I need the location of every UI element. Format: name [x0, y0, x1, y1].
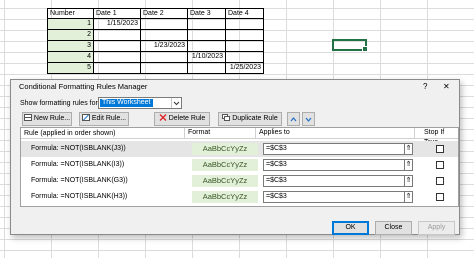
rule-text: Formula: =NOT(ISBLANK(I3)) — [31, 161, 125, 168]
header-date1[interactable]: Date 1 — [94, 8, 141, 19]
rule-row[interactable]: Formula: =NOT(ISBLANK(H3)) AaBbCcYyZz =$… — [21, 189, 458, 205]
col-rule-header: Rule (applied in order shown) — [24, 130, 116, 137]
show-rules-dropdown[interactable]: This Worksheet — [98, 97, 182, 109]
cell-date3[interactable]: 1/10/2023 — [188, 52, 226, 63]
active-cell-selection[interactable] — [332, 39, 368, 52]
rule-row[interactable]: Formula: =NOT(ISBLANK(G3)) AaBbCcYyZz =$… — [21, 173, 458, 189]
dialog-title: Conditional Formatting Rules Manager — [19, 82, 148, 91]
new-rule-icon — [23, 114, 32, 121]
stop-if-true-checkbox[interactable] — [436, 193, 444, 201]
close-button[interactable]: Close — [375, 221, 412, 235]
format-preview: AaBbCcYyZz — [192, 191, 258, 203]
stop-if-true-checkbox[interactable] — [436, 161, 444, 169]
cell-date4[interactable] — [226, 41, 264, 52]
stop-if-true-checkbox[interactable] — [436, 145, 444, 153]
cell-number[interactable]: 1 — [47, 19, 94, 30]
rules-table: Rule (applied in order shown) Format App… — [20, 127, 459, 207]
collapse-dialog-icon[interactable]: ⇑ — [404, 191, 413, 203]
cell-date3[interactable] — [188, 30, 226, 41]
chevron-down-icon[interactable] — [171, 98, 180, 108]
rule-row[interactable]: Formula: =NOT(ISBLANK(I3)) AaBbCcYyZz =$… — [21, 157, 458, 173]
applies-to-field[interactable]: =$C$3 — [263, 143, 412, 155]
collapse-dialog-icon[interactable]: ⇑ — [404, 159, 413, 171]
cell-date1[interactable] — [94, 52, 141, 63]
move-up-button[interactable] — [287, 112, 300, 126]
header-date3[interactable]: Date 3 — [188, 8, 226, 19]
cell-date3[interactable] — [188, 63, 226, 74]
delete-rule-button[interactable]: Delete Rule — [154, 112, 210, 126]
format-preview: AaBbCcYyZz — [192, 159, 258, 171]
rule-row-selected[interactable]: Formula: =NOT(ISBLANK(J3)) AaBbCcYyZz =$… — [21, 141, 458, 157]
col-stop-header: Stop If True — [414, 128, 458, 146]
col-applies-header: Applies to — [255, 128, 290, 139]
rule-text: Formula: =NOT(ISBLANK(G3)) — [31, 177, 128, 184]
cell-date2[interactable]: 1/23/2023 — [141, 41, 188, 52]
apply-button[interactable]: Apply — [418, 221, 455, 235]
cell-date1[interactable] — [94, 63, 141, 74]
cell-date2[interactable] — [141, 30, 188, 41]
help-button[interactable]: ? — [423, 82, 427, 92]
close-icon[interactable]: ✕ — [443, 82, 450, 92]
edit-rule-button[interactable]: Edit Rule... — [79, 112, 129, 126]
new-rule-button[interactable]: New Rule... — [22, 112, 72, 126]
applies-to-field[interactable]: =$C$3 — [263, 191, 412, 203]
cell-date1[interactable] — [94, 30, 141, 41]
chevron-down-icon — [305, 117, 312, 122]
edit-rule-label: Edit Rule... — [91, 115, 127, 122]
edit-rule-icon — [81, 114, 90, 121]
rule-text: Formula: =NOT(ISBLANK(H3)) — [31, 193, 128, 200]
col-format-header: Format — [184, 128, 210, 139]
show-rules-label: Show formatting rules for: — [20, 100, 100, 107]
rule-text: Formula: =NOT(ISBLANK(J3)) — [31, 145, 126, 152]
chevron-up-icon — [290, 117, 297, 122]
format-preview: AaBbCcYyZz — [192, 143, 258, 155]
show-rules-value: This Worksheet — [100, 99, 153, 107]
cell-date4[interactable] — [226, 30, 264, 41]
conditional-formatting-dialog: Conditional Formatting Rules Manager ? ✕… — [10, 79, 460, 235]
cell-number[interactable]: 3 — [47, 41, 94, 52]
applies-to-field[interactable]: =$C$3 — [263, 159, 412, 171]
format-preview: AaBbCcYyZz — [192, 175, 258, 187]
new-rule-label: New Rule... — [33, 115, 71, 122]
duplicate-rule-button[interactable]: Duplicate Rule — [218, 112, 282, 126]
duplicate-icon — [222, 114, 231, 121]
cell-date1[interactable]: 1/15/2023 — [94, 19, 141, 30]
duplicate-rule-label: Duplicate Rule — [232, 115, 278, 122]
cell-number[interactable]: 5 — [47, 63, 94, 74]
rules-table-header: Rule (applied in order shown) Format App… — [21, 128, 458, 146]
move-down-button[interactable] — [302, 112, 315, 126]
cell-date2[interactable] — [141, 63, 188, 74]
collapse-dialog-icon[interactable]: ⇑ — [404, 143, 413, 155]
header-date4[interactable]: Date 4 — [226, 8, 264, 19]
cell-number[interactable]: 4 — [47, 52, 94, 63]
cell-date2[interactable] — [141, 19, 188, 30]
delete-x-icon — [159, 114, 167, 121]
stop-if-true-checkbox[interactable] — [436, 177, 444, 185]
cell-date4[interactable] — [226, 52, 264, 63]
applies-to-field[interactable]: =$C$3 — [263, 175, 412, 187]
header-number[interactable]: Number — [47, 8, 94, 19]
cell-date4[interactable] — [226, 19, 264, 30]
ok-button[interactable]: OK — [332, 221, 369, 235]
cell-number[interactable]: 2 — [47, 30, 94, 41]
cell-date2[interactable] — [141, 52, 188, 63]
cell-date4[interactable]: 1/25/2023 — [226, 63, 264, 74]
cell-date1[interactable] — [94, 41, 141, 52]
header-date2[interactable]: Date 2 — [141, 8, 188, 19]
delete-rule-label: Delete Rule — [168, 115, 206, 122]
cell-date3[interactable] — [188, 41, 226, 52]
collapse-dialog-icon[interactable]: ⇑ — [404, 175, 413, 187]
cell-date3[interactable] — [188, 19, 226, 30]
